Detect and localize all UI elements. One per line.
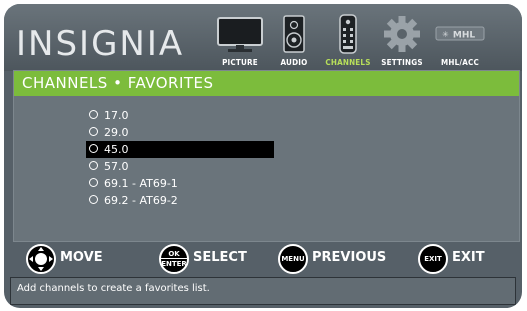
channel-list: 17.0 29.0 45.0 57.0 69.1 - AT69-1 69.2 -… — [86, 107, 274, 209]
dpad-icon — [26, 244, 56, 274]
channel-label: 45.0 — [104, 143, 129, 156]
gear-icon — [384, 16, 420, 52]
favorites-panel: CHANNELS • FAVORITES 17.0 29.0 45.0 57.0… — [13, 70, 520, 242]
nav-label-mhl: MHL/ACC — [441, 58, 479, 67]
remote-icon — [339, 14, 357, 54]
channel-label: 17.0 — [104, 109, 129, 122]
tv-icon — [217, 17, 263, 52]
menu-header: INSIGNIA PICTURE AUDIO CHANNELS SETTINGS… — [4, 4, 522, 71]
radio-icon — [89, 127, 98, 136]
help-text: Add channels to create a favorites list. — [10, 277, 516, 305]
nav-item-mhl[interactable]: MHL ✳ MHL/ACC — [432, 12, 488, 70]
svg-text:✳: ✳ — [442, 30, 449, 39]
menu-key-icon: MENU — [278, 244, 308, 274]
channel-label: 69.2 - AT69-2 — [104, 194, 178, 207]
nav-item-settings[interactable]: SETTINGS — [374, 12, 430, 70]
radio-icon — [89, 144, 98, 153]
channel-label: 57.0 — [104, 160, 129, 173]
tv-menu-frame: INSIGNIA PICTURE AUDIO CHANNELS SETTINGS… — [4, 4, 522, 308]
channel-option-selected[interactable]: 45.0 — [86, 141, 274, 158]
panel-title: CHANNELS • FAVORITES — [14, 71, 519, 96]
channel-option[interactable]: 29.0 — [86, 124, 246, 141]
mhl-logo-text: MHL — [453, 31, 475, 41]
channel-option[interactable]: 69.1 - AT69-1 — [86, 175, 246, 192]
channel-option[interactable]: 57.0 — [86, 158, 246, 175]
radio-icon — [89, 110, 98, 119]
radio-icon — [89, 161, 98, 170]
exit-key-icon: EXIT — [418, 244, 448, 274]
ok-enter-key-icon: OK ENTER — [159, 244, 189, 274]
move-label: MOVE — [60, 250, 103, 265]
channel-option[interactable]: 69.2 - AT69-2 — [86, 192, 246, 209]
exit-label: EXIT — [452, 250, 485, 265]
previous-label: PREVIOUS — [312, 250, 387, 265]
channel-option[interactable]: 17.0 — [86, 107, 246, 124]
channel-label: 69.1 - AT69-1 — [104, 177, 178, 190]
channel-label: 29.0 — [104, 126, 129, 139]
radio-icon — [89, 178, 98, 187]
select-label: SELECT — [193, 250, 247, 265]
brand-logo: INSIGNIA — [16, 24, 185, 64]
control-legend: MOVE OK ENTER SELECT MENU PREVIOUS EXIT … — [4, 244, 522, 274]
mhl-icon: MHL ✳ — [435, 26, 485, 41]
radio-icon — [89, 195, 98, 204]
speaker-icon — [283, 15, 305, 53]
